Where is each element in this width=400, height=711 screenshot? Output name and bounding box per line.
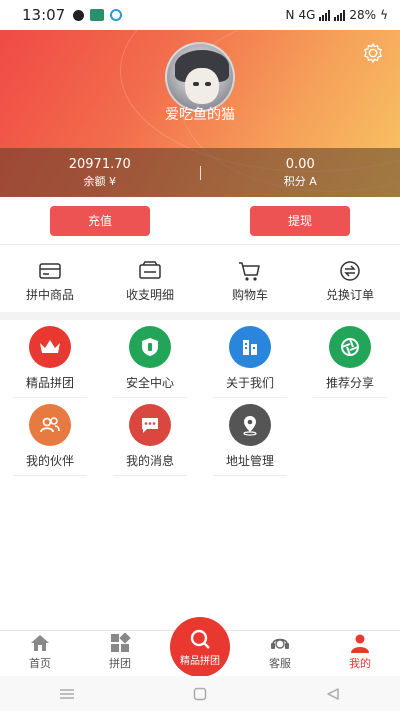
quick-label: 收支明细 [125,287,174,302]
exchange-icon [340,260,360,281]
tab-home[interactable]: 首页 [0,631,80,676]
balance-label: 余额 ¥ [83,174,117,188]
location-icon [229,404,271,446]
shield-icon [129,326,171,368]
avatar-eye-left [193,82,199,86]
withdraw-button[interactable]: 提现 [250,205,350,236]
signal-icon [319,9,331,21]
tab-mine[interactable]: 我的 [320,631,400,676]
building-icon [229,326,271,368]
tab-service[interactable]: 客服 [240,631,320,676]
menu-row: 精品拼团 安全中心 关于我们 推荐分享 [0,320,400,398]
chat-icon [129,404,171,446]
people-icon [29,404,71,446]
menu-label: 我的伙伴 [13,452,87,476]
avatar[interactable] [165,42,235,112]
nfc-icon: N [285,8,295,22]
tab-label: 拼团 [109,657,131,670]
quick-label: 拼中商品 [25,287,74,302]
recharge-button[interactable]: 充值 [50,205,150,236]
tab-label: 精品拼团 [180,655,220,667]
balance-cell[interactable]: 20971.70 余额 ¥ [0,148,200,197]
quick-item-cart[interactable]: 购物车 [200,252,300,310]
system-nav-bar [0,676,400,711]
menu-label: 推荐分享 [313,374,387,398]
points-cell[interactable]: 0.00 积分 A [201,148,400,197]
profile-header: 爱吃鱼的猫 20971.70 余额 ¥ 0.00 积分 A [0,30,400,197]
home-nav-icon[interactable] [180,684,220,704]
menu-item-featured-group[interactable]: 精品拼团 [0,320,100,398]
points-label: 积分 A [283,174,317,188]
section-separator [0,312,400,320]
menu-item-messages[interactable]: 我的消息 [100,398,200,476]
username: 爱吃鱼的猫 [165,107,235,123]
menu-label: 我的消息 [113,452,187,476]
balance-amount: 20971.70 [68,156,131,172]
tab-label: 首页 [29,657,51,670]
tab-group[interactable]: 拼团 [80,631,160,676]
avatar-eye-right [205,82,211,86]
search-icon [190,629,210,649]
menu-item-about[interactable]: 关于我们 [200,320,300,398]
action-row: 充值 提现 [0,197,400,245]
quick-label: 兑换订单 [325,287,374,302]
avatar-face [185,68,219,104]
quick-item-transactions[interactable]: 收支明细 [100,252,200,310]
back-nav-icon[interactable] [313,684,353,704]
tab-label: 客服 [269,657,291,670]
menu-grid: 精品拼团 安全中心 关于我们 推荐分享 我的伙伴 我的消息 地址管理 [0,320,400,476]
menu-item-security[interactable]: 安全中心 [100,320,200,398]
charging-icon: ϟ [380,8,388,22]
headset-icon [271,638,289,649]
cart-icon [239,261,260,281]
home-icon [31,635,49,651]
crown-icon [29,326,71,368]
user-icon [351,634,369,653]
menu-label: 地址管理 [213,452,287,476]
signal-icon-2 [334,9,346,21]
tab-featured[interactable]: 精品拼团 [160,617,240,677]
app-status-icon [110,9,123,21]
menu-item-partners[interactable]: 我的伙伴 [0,398,100,476]
aperture-icon [329,326,371,368]
quick-links: 拼中商品 收支明细 购物车 兑换订单 [0,252,400,310]
menu-label: 关于我们 [213,374,287,398]
tab-label: 我的 [349,657,371,670]
battery-level: 28% [349,8,377,22]
quick-label: 购物车 [231,287,268,302]
quick-item-exchange[interactable]: 兑换订单 [300,252,400,310]
network-label: 4G [298,8,316,22]
wallet-icon [139,260,161,279]
menu-item-address[interactable]: 地址管理 [200,398,300,476]
settings-status-icon [73,9,85,21]
grid-icon [111,633,131,652]
balance-bar: 20971.70 余额 ¥ 0.00 积分 A [0,148,400,197]
menu-row: 我的伙伴 我的消息 地址管理 [0,398,400,476]
card-icon [39,262,61,279]
points-amount: 0.00 [285,156,315,172]
menu-nav-icon[interactable] [47,684,87,704]
featured-center-button[interactable]: 精品拼团 [170,617,230,677]
menu-label: 安全中心 [113,374,187,398]
status-time: 13:07 [22,6,66,24]
quick-item-won-goods[interactable]: 拼中商品 [0,252,100,310]
gear-icon[interactable] [362,42,384,64]
menu-label: 精品拼团 [13,374,87,398]
status-right: N 4G 28% ϟ [285,8,388,22]
menu-item-share[interactable]: 推荐分享 [300,320,400,398]
status-bar: 13:07 N 4G 28% ϟ [0,0,400,30]
bottom-tab-bar: 首页 拼团 精品拼团 客服 我的 [0,617,400,677]
app-notification-icon [90,9,105,21]
